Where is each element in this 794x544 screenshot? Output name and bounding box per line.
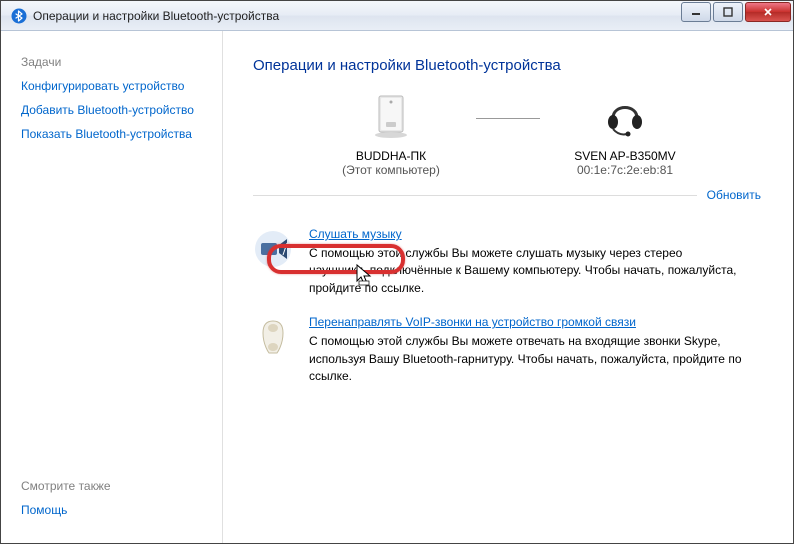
service-voip: Перенаправлять VoIP-звонки на устройство… — [253, 315, 763, 385]
window-controls — [679, 2, 791, 22]
maximize-button[interactable] — [713, 2, 743, 22]
audio-service-icon — [253, 229, 293, 269]
headset-icon — [540, 92, 710, 143]
listen-music-desc: С помощью этой службы Вы можете слушать … — [309, 245, 743, 297]
remote-device: SVEN AP-B350MV 00:1e:7c:2e:eb:81 — [540, 92, 710, 177]
local-device: BUDDHA-ПК (Этот компьютер) — [306, 92, 476, 177]
minimize-button[interactable] — [681, 2, 711, 22]
remote-device-mac: 00:1e:7c:2e:eb:81 — [540, 163, 710, 177]
window: Операции и настройки Bluetooth-устройств… — [0, 0, 794, 544]
service-music: Слушать музыку С помощью этой службы Вы … — [253, 227, 763, 297]
devices-row: BUDDHA-ПК (Этот компьютер) SVE — [253, 92, 763, 177]
window-title: Операции и настройки Bluetooth-устройств… — [33, 9, 279, 23]
page-title: Операции и настройки Bluetooth-устройств… — [253, 57, 763, 74]
voip-link[interactable]: Перенаправлять VoIP-звонки на устройство… — [309, 315, 636, 329]
sidebar-link-help[interactable]: Помощь — [21, 503, 222, 517]
voip-service-icon — [253, 317, 293, 357]
refresh-row: Обновить — [253, 195, 763, 209]
sidebar: Задачи Конфигурировать устройство Добави… — [1, 31, 223, 543]
sidebar-link-show[interactable]: Показать Bluetooth-устройства — [21, 127, 222, 141]
local-device-name: BUDDHA-ПК — [306, 149, 476, 163]
close-button[interactable] — [745, 2, 791, 22]
main-content: Операции и настройки Bluetooth-устройств… — [223, 31, 793, 543]
local-device-sub: (Этот компьютер) — [306, 163, 476, 177]
bluetooth-icon — [11, 8, 27, 24]
refresh-link[interactable]: Обновить — [697, 188, 763, 202]
voip-desc: С помощью этой службы Вы можете отвечать… — [309, 333, 743, 385]
remote-device-name: SVEN AP-B350MV — [540, 149, 710, 163]
computer-icon — [306, 92, 476, 143]
sidebar-link-add[interactable]: Добавить Bluetooth-устройство — [21, 103, 222, 117]
listen-music-link[interactable]: Слушать музыку — [309, 227, 402, 241]
sidebar-link-configure[interactable]: Конфигурировать устройство — [21, 79, 222, 93]
sidebar-tasks-heading: Задачи — [21, 55, 222, 69]
sidebar-seealso-heading: Смотрите также — [21, 479, 222, 493]
titlebar[interactable]: Операции и настройки Bluetooth-устройств… — [1, 1, 793, 31]
device-connector — [476, 118, 540, 119]
